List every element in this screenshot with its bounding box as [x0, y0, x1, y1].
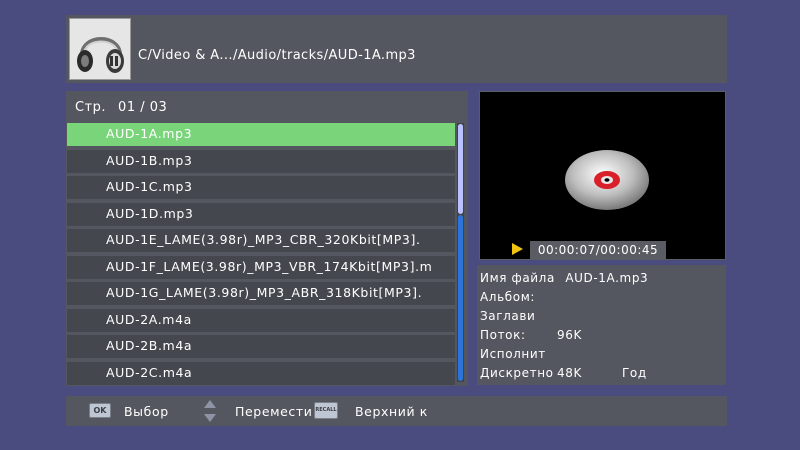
list-item[interactable]: AUD-1C.mp3	[67, 176, 455, 199]
playback-time: 00:00:07/00:00:45	[530, 241, 666, 260]
page-indicator: Стр. 01 / 03	[75, 100, 167, 115]
up-down-arrows-icon[interactable]	[203, 399, 217, 423]
info-artist: Исполнит	[480, 347, 546, 361]
file-list-panel: Стр. 01 / 03 AUD-1A.mp3 AUD-1B.mp3 AUD-1C.m…	[66, 91, 468, 386]
list-item[interactable]: AUD-1E_LAME(3.98r)_MP3_CBR_320Kbit[MP3].	[67, 229, 455, 252]
list-item[interactable]: AUD-2C.m4a	[67, 361, 455, 385]
list-item[interactable]: AUD-1D.mp3	[67, 202, 455, 226]
preview-window: 00:00:07/00:00:45	[479, 91, 726, 260]
info-sample: Дискретно 48K Год	[480, 366, 720, 380]
ok-label: Выбор	[124, 404, 169, 419]
list-item[interactable]: AUD-2A.m4a	[67, 308, 455, 332]
stream-value: 96K	[557, 328, 582, 342]
ok-key-icon[interactable]: OK	[89, 403, 111, 418]
move-label: Перемести	[235, 404, 313, 419]
sample-value: 48K	[557, 366, 582, 380]
stream-label: Поток:	[480, 328, 526, 342]
list-item[interactable]: AUD-1F_LAME(3.98r)_MP3_VBR_174Kbit[MP3].…	[67, 255, 455, 279]
list-item[interactable]: AUD-1A.mp3	[67, 123, 455, 146]
disc-icon	[565, 150, 649, 210]
header-bar: C/Video & A.../Audio/tracks/AUD-1A.mp3	[66, 15, 727, 83]
recall-label: Верхний к	[355, 404, 428, 419]
info-title: Заглави	[480, 309, 536, 323]
scroll-thumb[interactable]	[458, 124, 463, 214]
filename-label: Имя файла	[480, 271, 555, 285]
file-info-panel: Имя файла AUD-1A.mp3 Альбом: Заглави Пот…	[477, 265, 726, 385]
page-number: 01 / 03	[118, 100, 168, 115]
page-prefix: Стр.	[75, 100, 107, 115]
info-album: Альбом:	[480, 290, 535, 304]
list-item[interactable]: AUD-1B.mp3	[67, 149, 455, 173]
sample-label: Дискретно	[480, 366, 554, 380]
footer-bar: OK Выбор Перемести RECALL Верхний к	[66, 396, 727, 426]
file-list: AUD-1A.mp3 AUD-1B.mp3 AUD-1C.mp3 AUD-1D.mp3…	[67, 123, 455, 388]
filename-value: AUD-1A.mp3	[565, 271, 649, 285]
info-filename: Имя файла AUD-1A.mp3	[480, 271, 648, 285]
recall-key-icon[interactable]: RECALL	[314, 402, 338, 419]
scrollbar[interactable]	[457, 123, 464, 382]
headphones-icon	[69, 18, 131, 80]
list-item[interactable]: AUD-2B.m4a	[67, 335, 455, 358]
info-stream: Поток: 96K	[480, 328, 581, 342]
list-item[interactable]: AUD-1G_LAME(3.98r)_MP3_ABR_318Kbit[MP3].	[67, 282, 455, 305]
play-icon	[512, 243, 523, 255]
year-label: Год	[622, 366, 647, 380]
file-path: C/Video & A.../Audio/tracks/AUD-1A.mp3	[138, 48, 416, 63]
scroll-track	[458, 215, 463, 381]
